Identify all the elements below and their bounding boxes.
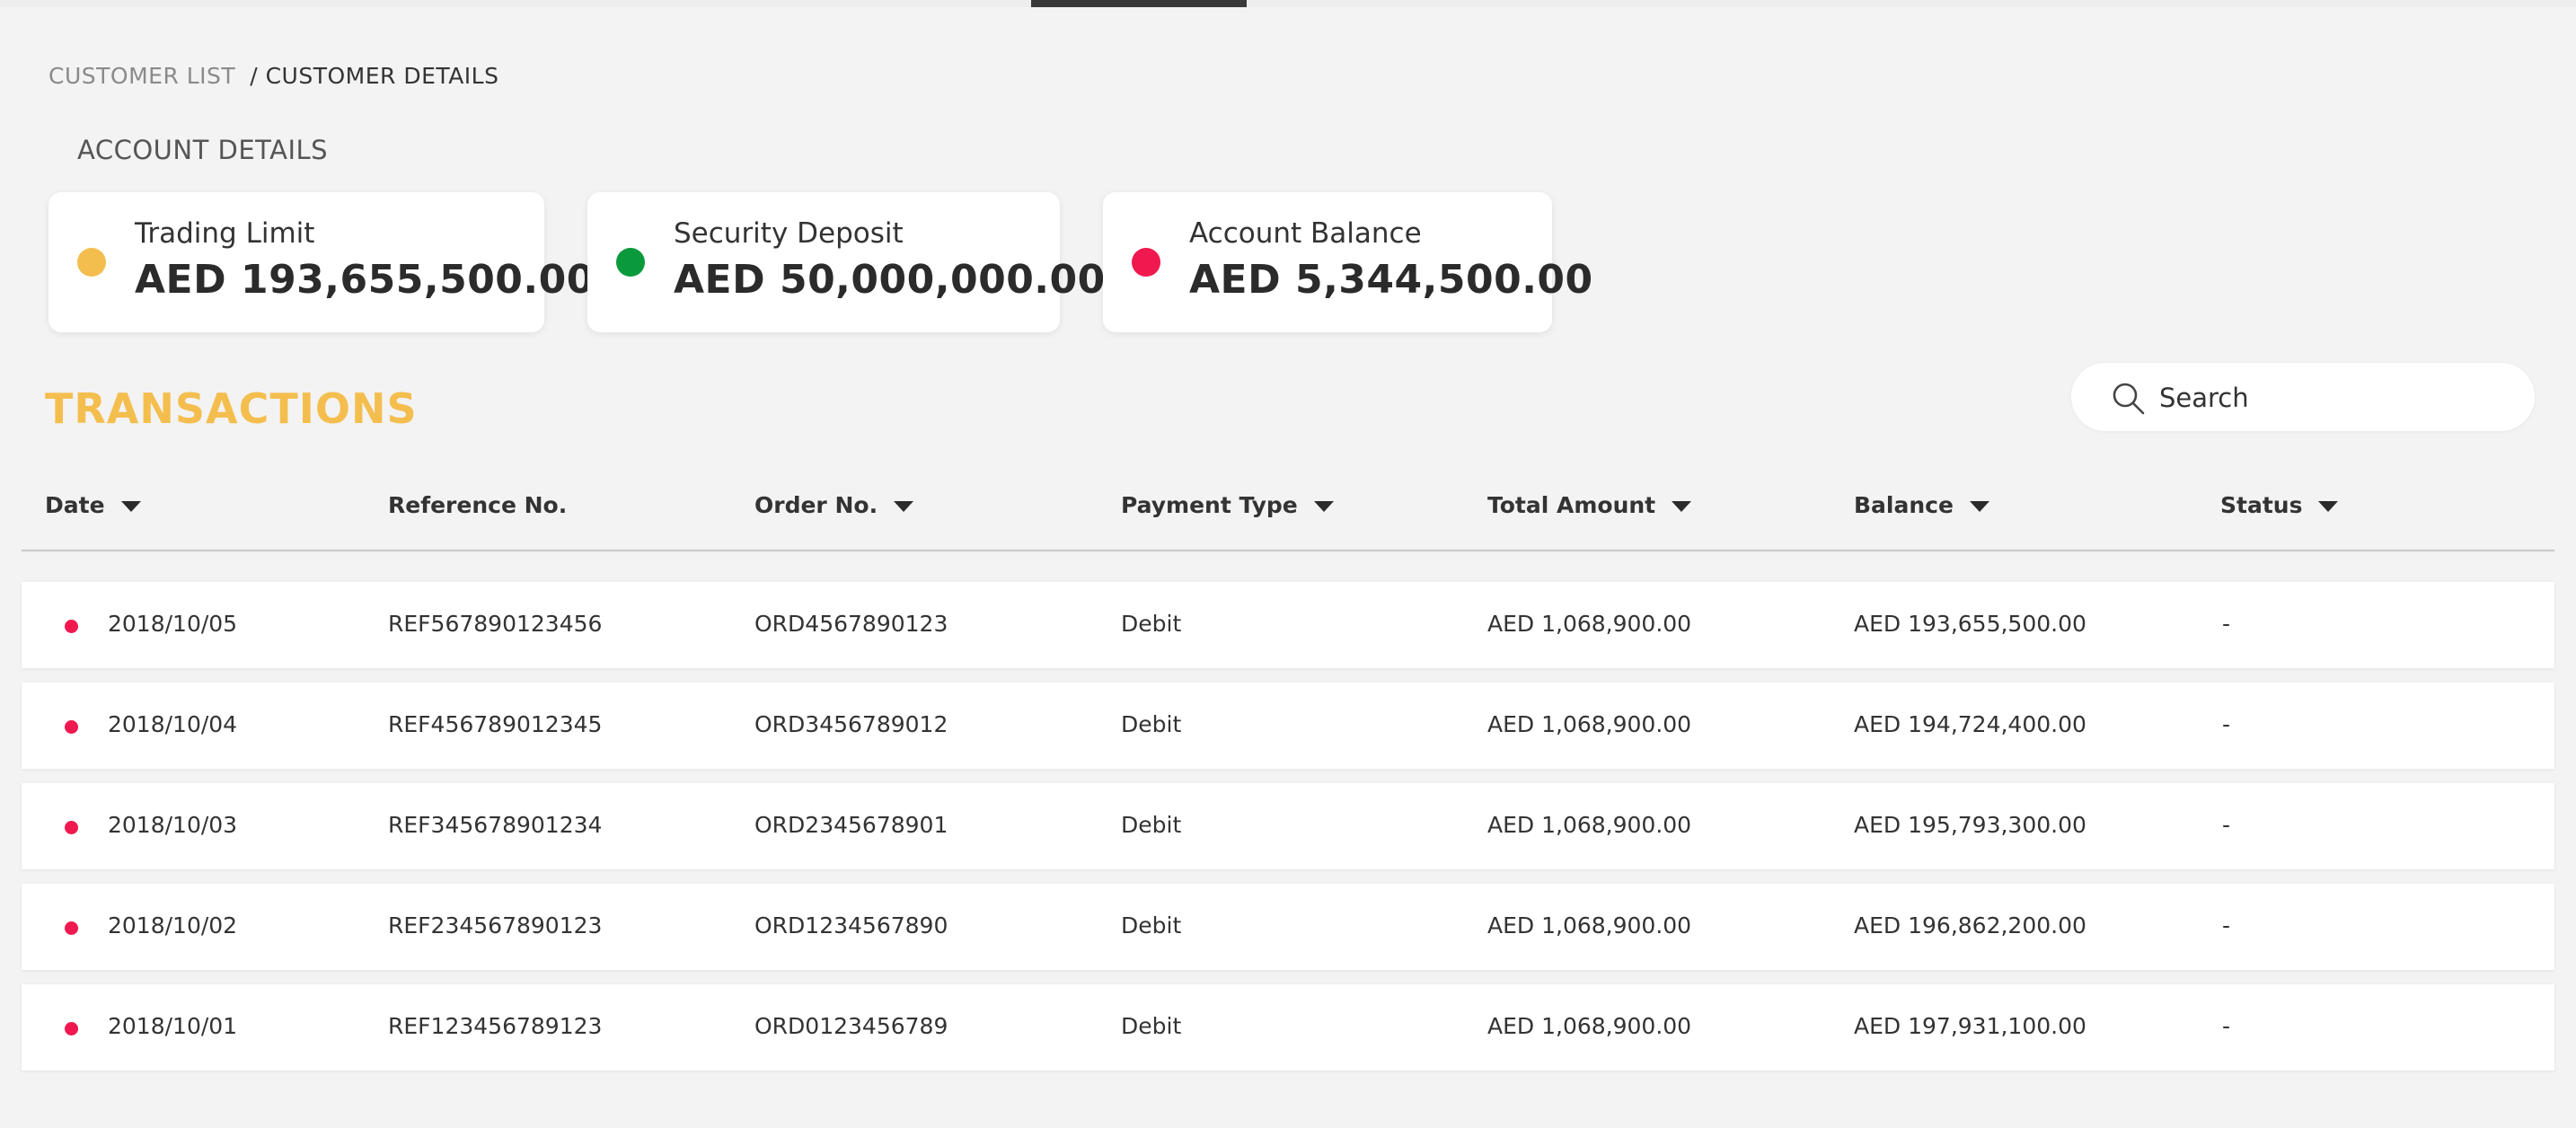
row-status-dot xyxy=(65,720,78,734)
trading-limit-card: Trading Limit AED 193,655,500.00 xyxy=(49,192,594,332)
cell-balance: AED 193,655,500.00 xyxy=(1854,611,2086,637)
search-icon xyxy=(2113,383,2145,415)
cell-status: - xyxy=(2222,611,2231,637)
cell-payment-type: Debit xyxy=(1121,611,1182,637)
table-row[interactable]: 2018/10/04 REF456789012345 ORD3456789012… xyxy=(22,683,2554,769)
sort-caret-icon xyxy=(120,500,141,512)
breadcrumb-customer-list[interactable]: CUSTOMER LIST xyxy=(49,63,235,89)
account-details-label: ACCOUNT DETAILS xyxy=(77,135,329,165)
column-header-label: Status xyxy=(2220,492,2303,518)
trading-limit-value: AED 193,655,500.00 xyxy=(135,257,595,303)
sort-caret-icon xyxy=(1672,500,1692,512)
sort-caret-icon xyxy=(894,500,914,512)
cell-status: - xyxy=(2222,1013,2231,1039)
cell-order: ORD2345678901 xyxy=(754,812,948,838)
row-status-dot xyxy=(65,1022,78,1035)
cell-reference: REF234567890123 xyxy=(388,912,603,939)
security-deposit-title: Security Deposit xyxy=(674,217,904,250)
cell-payment-type: Debit xyxy=(1121,912,1182,939)
column-header-label: Balance xyxy=(1854,492,1954,518)
column-header-label: Reference No. xyxy=(388,492,568,518)
column-header-status[interactable]: Status xyxy=(2220,492,2339,518)
account-balance-card: Account Balance AED 5,344,500.00 xyxy=(1103,192,1592,332)
cell-balance: AED 195,793,300.00 xyxy=(1854,812,2086,838)
column-header-total-amount[interactable]: Total Amount xyxy=(1487,492,1692,518)
cell-balance: AED 197,931,100.00 xyxy=(1854,1013,2086,1039)
column-header-label: Order No. xyxy=(754,492,878,518)
row-status-dot xyxy=(65,821,78,834)
column-header-label: Total Amount xyxy=(1487,492,1656,518)
transactions-title: TRANSACTIONS xyxy=(45,384,418,433)
security-deposit-dot xyxy=(616,248,645,277)
cell-order: ORD3456789012 xyxy=(754,711,948,737)
cell-status: - xyxy=(2222,912,2231,939)
cell-total-amount: AED 1,068,900.00 xyxy=(1487,611,1692,637)
security-deposit-card: Security Deposit AED 50,000,000.00 xyxy=(587,192,1105,332)
column-header-balance[interactable]: Balance xyxy=(1854,492,1989,518)
cell-order: ORD1234567890 xyxy=(754,912,948,939)
cell-payment-type: Debit xyxy=(1121,1013,1182,1039)
search-box[interactable] xyxy=(2071,363,2535,431)
cell-date: 2018/10/05 xyxy=(108,611,238,637)
cell-total-amount: AED 1,068,900.00 xyxy=(1487,711,1692,737)
cell-date: 2018/10/01 xyxy=(108,1013,238,1039)
trading-limit-dot xyxy=(77,248,106,277)
column-header-label: Date xyxy=(45,492,105,518)
table-row[interactable]: 2018/10/05 REF567890123456 ORD4567890123… xyxy=(22,582,2554,668)
cell-reference: REF567890123456 xyxy=(388,611,603,637)
cell-balance: AED 194,724,400.00 xyxy=(1854,711,2086,737)
search-input[interactable] xyxy=(2157,375,2511,420)
account-balance-dot xyxy=(1132,248,1160,277)
cell-date: 2018/10/02 xyxy=(108,912,238,939)
cell-total-amount: AED 1,068,900.00 xyxy=(1487,812,1692,838)
column-header-date[interactable]: Date xyxy=(45,492,141,518)
column-header-reference: Reference No. xyxy=(388,492,567,518)
column-header-label: Payment Type xyxy=(1121,492,1298,518)
cell-payment-type: Debit xyxy=(1121,812,1182,838)
trading-limit-title: Trading Limit xyxy=(135,217,315,250)
table-row[interactable]: 2018/10/03 REF345678901234 ORD2345678901… xyxy=(22,783,2554,869)
cell-status: - xyxy=(2222,711,2231,737)
active-tab-indicator xyxy=(1031,0,1247,7)
row-status-dot xyxy=(65,620,78,633)
cell-order: ORD4567890123 xyxy=(754,611,948,637)
cell-date: 2018/10/03 xyxy=(108,812,238,838)
account-balance-value: AED 5,344,500.00 xyxy=(1189,257,1593,303)
cell-reference: REF456789012345 xyxy=(388,711,603,737)
security-deposit-value: AED 50,000,000.00 xyxy=(674,257,1106,303)
cell-status: - xyxy=(2222,812,2231,838)
cell-total-amount: AED 1,068,900.00 xyxy=(1487,912,1692,939)
top-bar xyxy=(0,0,2576,7)
cell-date: 2018/10/04 xyxy=(108,711,238,737)
cell-payment-type: Debit xyxy=(1121,711,1182,737)
cell-balance: AED 196,862,200.00 xyxy=(1854,912,2086,939)
account-balance-title: Account Balance xyxy=(1189,217,1422,250)
column-header-order[interactable]: Order No. xyxy=(754,492,914,518)
table-row[interactable]: 2018/10/01 REF123456789123 ORD0123456789… xyxy=(22,984,2554,1071)
column-header-payment-type[interactable]: Payment Type xyxy=(1121,492,1334,518)
cell-reference: REF123456789123 xyxy=(388,1013,603,1039)
cell-total-amount: AED 1,068,900.00 xyxy=(1487,1013,1692,1039)
cell-order: ORD0123456789 xyxy=(754,1013,948,1039)
table-header: Date Reference No. Order No. Payment Typ… xyxy=(22,467,2554,551)
sort-caret-icon xyxy=(1313,500,1334,512)
sort-caret-icon xyxy=(1969,500,1989,512)
table-row[interactable]: 2018/10/02 REF234567890123 ORD1234567890… xyxy=(22,884,2554,970)
sort-caret-icon xyxy=(2318,500,2339,512)
breadcrumb-current: / CUSTOMER DETAILS xyxy=(250,63,499,89)
cell-reference: REF345678901234 xyxy=(388,812,603,838)
row-status-dot xyxy=(65,921,78,935)
breadcrumb: CUSTOMER LIST / CUSTOMER DETAILS xyxy=(49,63,498,89)
